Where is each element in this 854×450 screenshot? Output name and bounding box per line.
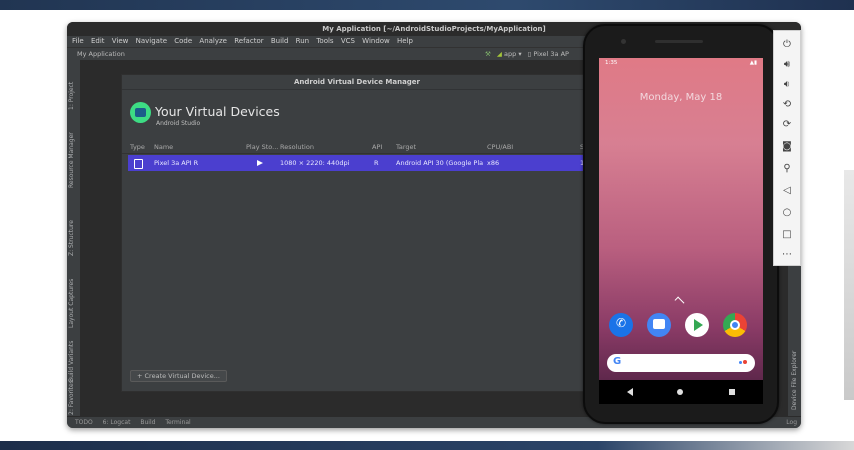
create-virtual-device-button[interactable]: + Create Virtual Device... [130,370,227,382]
volume-down-icon[interactable]: 🔉︎ [774,75,800,95]
emulator-phone: 1:35 ▲▮ Monday, May 18 ✆ G [583,24,779,424]
menu-help[interactable]: Help [397,37,413,45]
play-store-icon [257,160,263,166]
android-studio-logo-icon [130,102,151,123]
zoom-icon[interactable]: ⚲ [774,159,800,179]
table-row[interactable]: Pixel 3a API R 1080 × 2220: 440dpi R And… [128,155,592,171]
phone-nav-bar [599,380,763,404]
device-table-header: Type Name Play Sto... Resolution API Tar… [122,142,592,154]
run-config-label: app [503,50,517,58]
tool-project[interactable]: 1: Project [68,82,75,110]
phone-status-bar: 1:35 ▲▮ [603,60,759,68]
phone-app-icon[interactable]: ✆ [609,313,633,337]
tool-device-file-explorer[interactable]: Device File Explorer [791,351,798,410]
status-log[interactable]: Log [786,417,797,428]
menu-vcs[interactable]: VCS [341,37,355,45]
phone-screen[interactable]: 1:35 ▲▮ Monday, May 18 ✆ G [599,58,763,404]
background-right-decoration [844,170,854,400]
tool-favorites[interactable]: 2: Favorites [68,380,75,415]
tool-layout-captures[interactable]: Layout Captures [68,279,75,328]
menu-window[interactable]: Window [362,37,390,45]
menu-navigate[interactable]: Navigate [136,37,167,45]
swipe-up-icon [674,296,685,307]
avd-dialog-title: Android Virtual Device Manager [122,75,592,90]
tool-resource-manager[interactable]: Resource Manager [68,132,75,188]
lock-date: Monday, May 18 [639,92,723,103]
assistant-icon[interactable] [739,360,747,366]
status-tab-terminal[interactable]: Terminal [165,419,190,426]
tool-build-variants[interactable]: Build Variants [68,341,75,382]
chrome-app-icon[interactable] [723,313,747,337]
device-cpu: x86 [487,159,500,167]
overview-icon[interactable]: □ [774,225,800,245]
run-config-dropdown[interactable]: ◢ app ▾ [497,50,524,58]
messages-app-icon[interactable] [647,313,671,337]
rotate-right-icon[interactable]: ⟳ [774,115,800,135]
device-api: R [374,159,379,167]
chevron-down-icon: ▾ [518,50,522,58]
run-toolbar: ⚒ ◢ app ▾ ▯ Pixel 3a AP [485,48,569,60]
device-resolution: 1080 × 2220: 440dpi [280,159,350,167]
background-bottom-band [0,441,854,450]
tool-structure[interactable]: Z: Structure [68,220,75,256]
col-play-store[interactable]: Play Sto... [246,142,278,153]
background-top-band [0,0,854,10]
front-camera [621,39,626,44]
avd-heading: Your Virtual Devices [155,104,280,119]
menu-edit[interactable]: Edit [91,37,105,45]
menu-build[interactable]: Build [271,37,289,45]
menu-analyze[interactable]: Analyze [199,37,227,45]
left-tool-strip: 1: Project Resource Manager Z: Structure… [67,60,81,416]
google-search-bar[interactable]: G [607,354,755,372]
home-icon[interactable]: ○ [774,203,800,223]
menu-view[interactable]: View [112,37,129,45]
android-icon: ◢ [496,50,502,58]
hammer-icon[interactable]: ⚒ [485,50,491,58]
col-name[interactable]: Name [154,142,173,153]
more-icon[interactable]: ⋯ [774,245,800,265]
google-g-icon: G [613,356,622,367]
avd-header: Your Virtual Devices Android Studio [122,90,592,138]
camera-icon[interactable]: ◙ [774,137,800,157]
col-cpu-abi[interactable]: CPU/ABI [487,142,513,153]
nav-recents-icon[interactable] [729,389,735,395]
power-icon[interactable]: ⏻ [774,35,800,55]
phone-device-icon [134,159,143,169]
menu-file[interactable]: File [72,37,84,45]
earpiece-speaker [655,40,703,43]
col-type[interactable]: Type [130,142,145,153]
col-api[interactable]: API [372,142,382,153]
device-label: Pixel 3a AP [533,50,569,58]
nav-home-icon[interactable] [677,389,683,395]
col-resolution[interactable]: Resolution [280,142,314,153]
device-name: Pixel 3a API R [154,159,199,167]
nav-back-icon[interactable] [627,388,633,396]
menu-run[interactable]: Run [296,37,309,45]
status-tab-logcat[interactable]: 6: Logcat [103,419,131,426]
battery-icon: ▲▮ [749,60,757,66]
status-time: 1:35 [605,60,618,66]
status-tab-build[interactable]: Build [140,419,155,426]
avd-subheading: Android Studio [156,120,201,127]
play-store-app-icon[interactable] [685,313,709,337]
device-target: Android API 30 (Google Pla [396,159,484,167]
breadcrumb-project[interactable]: My Application [77,48,125,60]
volume-up-icon[interactable]: 🔊︎ [774,55,800,75]
back-icon[interactable]: ◁ [774,181,800,201]
phone-icon: ▯ [527,50,532,58]
dock-apps: ✆ [605,313,757,343]
menu-tools[interactable]: Tools [316,37,333,45]
menu-code[interactable]: Code [174,37,192,45]
menu-refactor[interactable]: Refactor [234,37,263,45]
device-dropdown[interactable]: ▯ Pixel 3a AP [528,50,569,58]
col-target[interactable]: Target [396,142,416,153]
emulator-control-panel: ⏻ 🔊︎ 🔉︎ ⟲ ⟳ ◙ ⚲ ◁ ○ □ ⋯ [773,30,801,266]
rotate-left-icon[interactable]: ⟲ [774,95,800,115]
avd-manager-dialog: Android Virtual Device Manager Your Virt… [121,74,593,392]
status-tab-todo[interactable]: TODO [75,419,93,426]
